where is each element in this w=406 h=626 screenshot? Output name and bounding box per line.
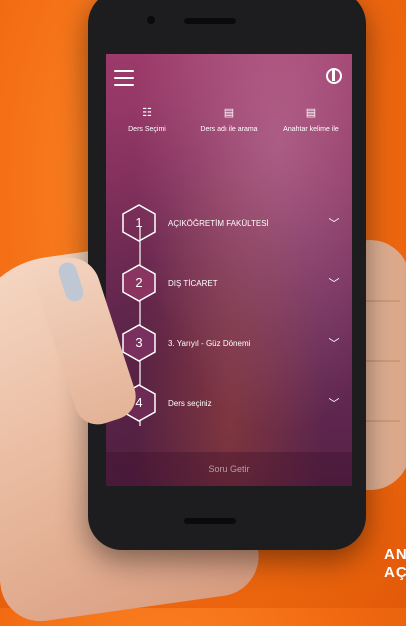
step-label: Ders seçiniz xyxy=(168,398,212,408)
bottom-speaker xyxy=(184,518,236,524)
power-icon[interactable] xyxy=(326,68,342,84)
tab-anahtar-kelime[interactable]: ▤ Anahtar kelime ile xyxy=(270,104,352,154)
tab-label: Anahtar kelime ile xyxy=(283,126,339,133)
chevron-down-icon: ﹀ xyxy=(328,398,340,410)
step-label: 3. Yarıyıl - Güz Dönemi xyxy=(168,338,251,348)
step-hexagon: 3 xyxy=(122,324,156,362)
tab-bar: ☷ Ders Seçimi ▤ Ders adı ile arama ▤ Ana… xyxy=(106,104,352,154)
earpiece-speaker xyxy=(184,18,236,24)
tab-ders-secimi[interactable]: ☷ Ders Seçimi xyxy=(106,104,188,154)
tab-label: Ders adı ile arama xyxy=(200,126,258,133)
top-bar xyxy=(106,54,352,102)
step-label: DIŞ TİCARET xyxy=(168,278,218,288)
side-text-line: AÇ xyxy=(384,564,406,581)
step-number: 2 xyxy=(135,275,143,290)
chevron-down-icon: ﹀ xyxy=(328,278,340,290)
list-icon: ☷ xyxy=(142,107,152,119)
step-number: 3 xyxy=(135,335,143,350)
book-search-icon: ▤ xyxy=(223,107,235,119)
tab-label: Ders Seçimi xyxy=(128,126,166,133)
step-number: 1 xyxy=(135,215,143,230)
step-hexagon: 1 xyxy=(122,204,156,242)
side-text-line: AN xyxy=(384,546,406,563)
step-semester-select[interactable]: 3 3. Yarıyıl - Güz Dönemi ﹀ xyxy=(122,320,344,366)
step-hexagon: 2 xyxy=(122,264,156,302)
chevron-down-icon: ﹀ xyxy=(328,218,340,230)
step-faculty-select[interactable]: 1 AÇIKÖĞRETİM FAKÜLTESİ ﹀ xyxy=(122,200,344,246)
keyword-search-icon: ▤ xyxy=(305,107,317,119)
hamburger-icon[interactable] xyxy=(114,70,134,86)
get-questions-button[interactable]: Soru Getir xyxy=(106,452,352,486)
chevron-down-icon: ﹀ xyxy=(328,338,340,350)
front-camera xyxy=(147,16,155,24)
step-course-select[interactable]: 4 Ders seçiniz ﹀ xyxy=(122,380,344,426)
tab-ders-adi-arama[interactable]: ▤ Ders adı ile arama xyxy=(188,104,270,154)
app-screen: ☷ Ders Seçimi ▤ Ders adı ile arama ▤ Ana… xyxy=(106,54,352,486)
step-program-select[interactable]: 2 DIŞ TİCARET ﹀ xyxy=(122,260,344,306)
step-label: AÇIKÖĞRETİM FAKÜLTESİ xyxy=(168,218,269,228)
